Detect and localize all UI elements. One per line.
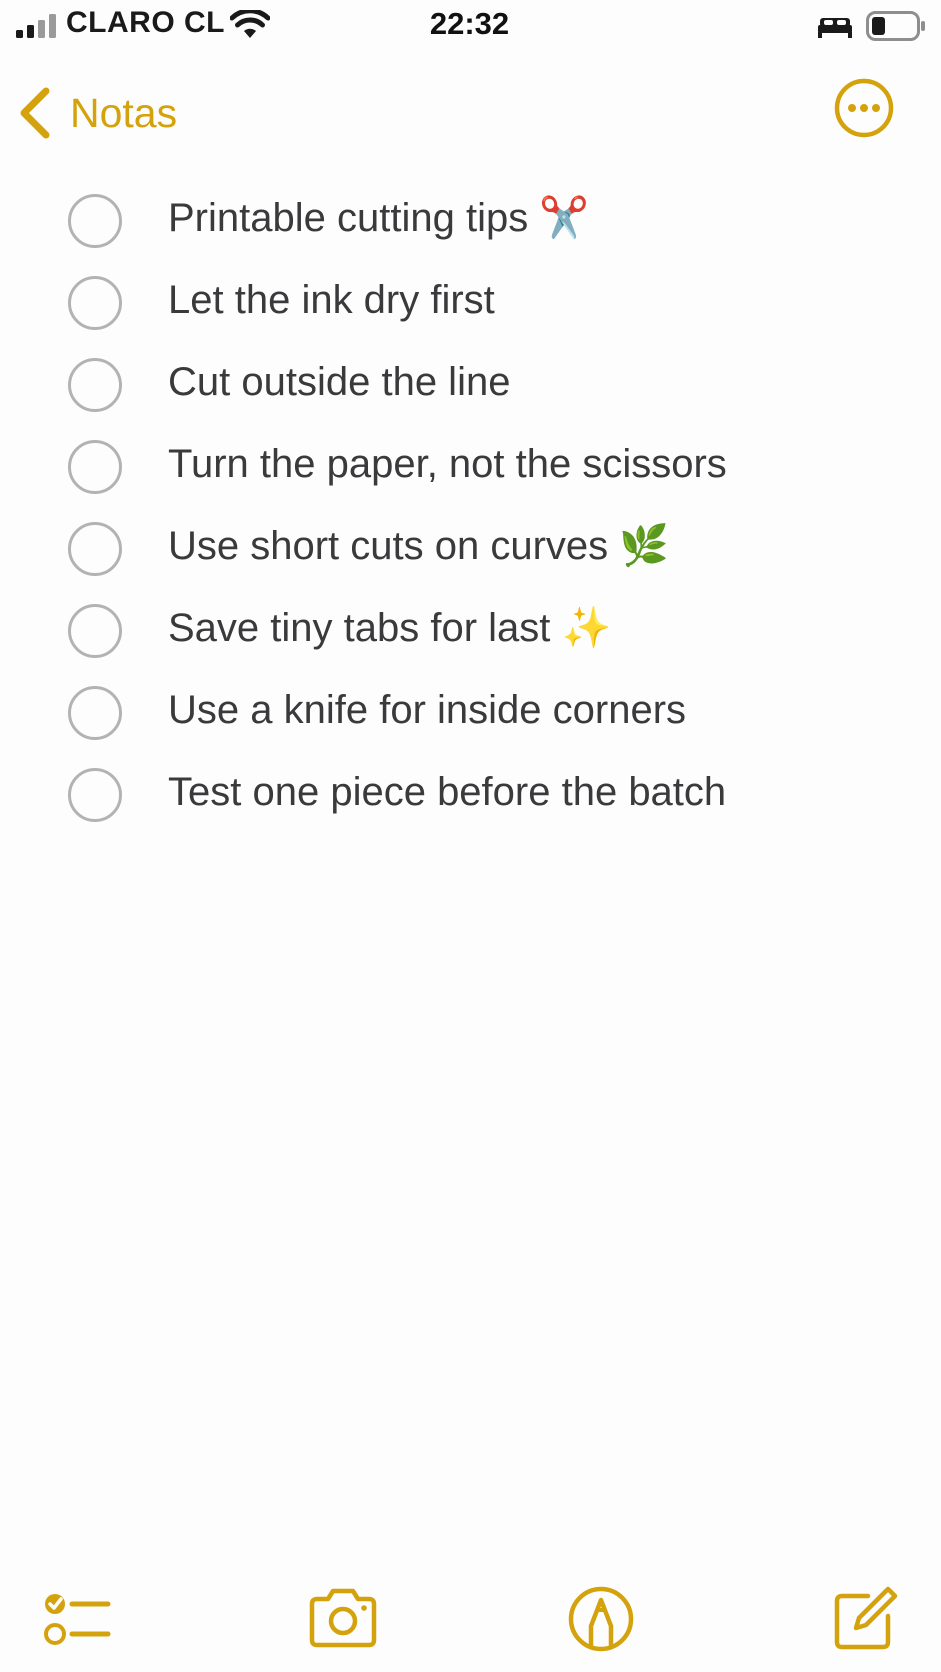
checklist-item-text[interactable]: Cut outside the line bbox=[168, 352, 510, 412]
checkbox-circle[interactable] bbox=[68, 358, 122, 412]
markup-icon[interactable] bbox=[564, 1582, 638, 1656]
checklist-icon[interactable] bbox=[40, 1582, 114, 1656]
checkbox-circle[interactable] bbox=[68, 194, 122, 248]
clock: 22:32 bbox=[0, 6, 941, 42]
compose-icon[interactable] bbox=[828, 1582, 902, 1656]
checklist-item: Use short cuts on curves 🌿 bbox=[0, 508, 941, 596]
bed-icon bbox=[818, 18, 852, 38]
checklist-item-text[interactable]: Let the ink dry first bbox=[168, 270, 495, 330]
checkbox-circle[interactable] bbox=[68, 522, 122, 576]
checklist-item-text[interactable]: Save tiny tabs for last ✨ bbox=[168, 598, 611, 658]
checkbox-circle[interactable] bbox=[68, 686, 122, 740]
checklist-item-text[interactable]: Use a knife for inside corners bbox=[168, 680, 686, 740]
checkbox-circle[interactable] bbox=[68, 276, 122, 330]
checklist-item-text[interactable]: Printable cutting tips ✂️ bbox=[168, 188, 589, 248]
camera-icon[interactable] bbox=[306, 1582, 380, 1656]
checklist-item: Cut outside the line bbox=[0, 344, 941, 432]
checklist-item: Printable cutting tips ✂️ bbox=[0, 180, 941, 268]
checklist-item: Save tiny tabs for last ✨ bbox=[0, 590, 941, 678]
checkbox-circle[interactable] bbox=[68, 604, 122, 658]
checklist-item-text[interactable]: Turn the paper, not the scissors bbox=[168, 434, 727, 494]
back-label: Notas bbox=[70, 89, 178, 136]
checklist-item: Test one piece before the batch bbox=[0, 754, 941, 842]
checklist-item: Let the ink dry first bbox=[0, 262, 941, 350]
back-button[interactable]: Notas bbox=[14, 78, 177, 148]
bottom-toolbar bbox=[0, 1570, 941, 1670]
checkbox-circle[interactable] bbox=[68, 440, 122, 494]
chevron-left-icon bbox=[20, 87, 50, 139]
battery-icon bbox=[866, 11, 925, 41]
checklist-item: Use a knife for inside corners bbox=[0, 672, 941, 760]
clock-text: 22:32 bbox=[429, 6, 510, 41]
status-bar: CLARO CL 22:32 bbox=[0, 0, 941, 54]
ellipsis-circle-icon[interactable] bbox=[832, 76, 896, 140]
checklist-item-text[interactable]: Test one piece before the batch bbox=[168, 762, 726, 822]
checklist-item: Turn the paper, not the scissors bbox=[0, 426, 941, 514]
checkbox-circle[interactable] bbox=[68, 768, 122, 822]
notes-page: CLARO CL 22:32 Notas Printable cutting t… bbox=[0, 0, 941, 1672]
checklist-item-text[interactable]: Use short cuts on curves 🌿 bbox=[168, 516, 669, 576]
nav-bar: Notas bbox=[0, 60, 941, 160]
